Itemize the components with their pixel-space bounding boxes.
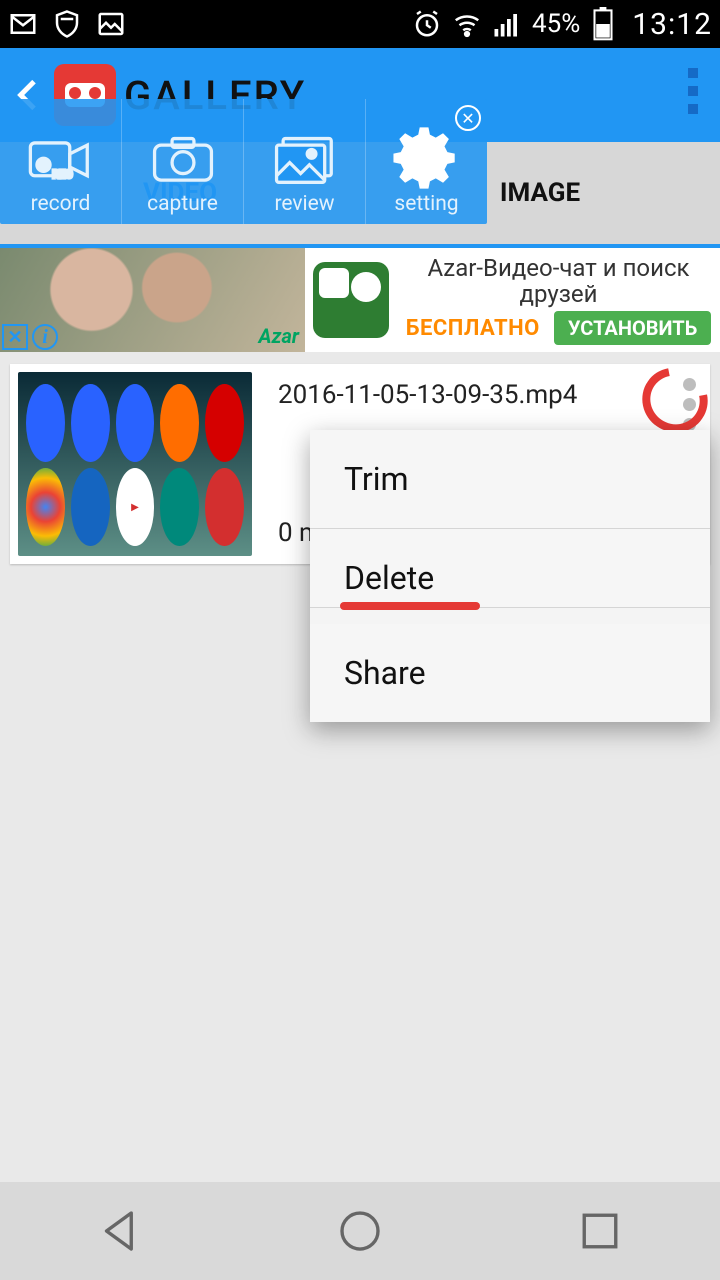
- nav-back-button[interactable]: [90, 1201, 150, 1261]
- action-capture[interactable]: capture: [121, 99, 243, 224]
- system-nav-bar: [0, 1182, 720, 1280]
- video-filename: 2016-11-05-13-09-35.mp4: [278, 380, 692, 410]
- image-icon: [96, 9, 126, 39]
- menu-share[interactable]: Share: [310, 624, 710, 722]
- action-review-label: review: [274, 192, 334, 216]
- camcorder-icon: REC: [26, 128, 96, 188]
- video-thumbnail: ▶: [10, 364, 260, 564]
- appbar-overflow-button[interactable]: [688, 68, 698, 114]
- action-record[interactable]: REC record: [0, 99, 121, 224]
- mail-icon: [8, 9, 38, 39]
- ad-brand-text: Azar: [258, 324, 299, 348]
- quick-actions-panel: REC record capture review ✕ setting: [0, 99, 487, 224]
- battery-percent: 45%: [532, 9, 580, 39]
- status-bar: 45% 13:12: [0, 0, 720, 48]
- action-capture-label: capture: [147, 192, 218, 216]
- close-panel-icon[interactable]: ✕: [455, 105, 481, 131]
- context-menu: Trim Delete Share: [310, 430, 710, 722]
- menu-trim[interactable]: Trim: [310, 430, 710, 529]
- ad-info-icon[interactable]: i: [32, 324, 58, 350]
- nav-home-button[interactable]: [330, 1201, 390, 1261]
- gear-icon: [392, 128, 462, 188]
- ad-creative-image: Azar ✕ i: [0, 248, 305, 352]
- ad-close-icon[interactable]: ✕: [2, 324, 28, 350]
- camera-icon: [148, 128, 218, 188]
- video-item-menu-button[interactable]: [683, 378, 696, 431]
- menu-delete[interactable]: Delete: [310, 529, 710, 608]
- signal-icon: [492, 9, 522, 39]
- ad-install-button[interactable]: УСТАНОВИТЬ: [554, 311, 711, 345]
- ad-banner[interactable]: Azar ✕ i Azar-Видео-чат и поиск друзей Б…: [0, 244, 720, 352]
- action-record-label: record: [31, 192, 91, 216]
- annotation-underline: [340, 602, 480, 610]
- picture-icon: [270, 128, 340, 188]
- ad-title: Azar-Видео-чат и поиск друзей: [405, 255, 712, 308]
- shield-icon: [52, 9, 82, 39]
- battery-icon: [590, 7, 616, 41]
- action-settings-label: setting: [394, 192, 458, 216]
- ad-app-icon: [305, 248, 397, 352]
- clock-text: 13:12: [632, 7, 712, 42]
- ad-price-label: БЕСПЛАТНО: [406, 316, 540, 341]
- action-review[interactable]: review: [243, 99, 365, 224]
- wifi-icon: [452, 9, 482, 39]
- action-settings[interactable]: ✕ setting: [365, 99, 487, 224]
- nav-recents-button[interactable]: [570, 1201, 630, 1261]
- alarm-icon: [412, 9, 442, 39]
- svg-text:REC: REC: [52, 168, 72, 181]
